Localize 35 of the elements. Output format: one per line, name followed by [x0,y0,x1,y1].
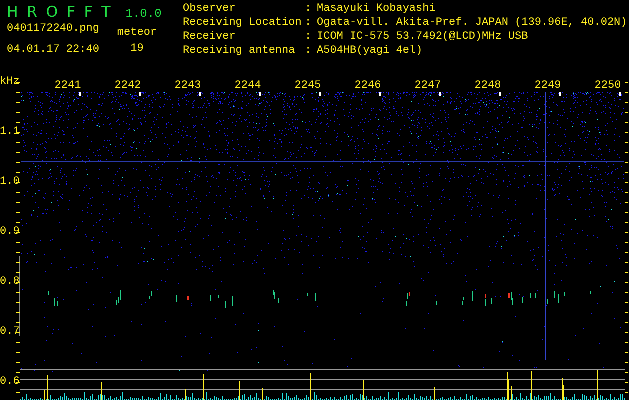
frequency-label: 0.8 [0,276,20,288]
timestamp: 04.01.17 22:40 [7,44,100,57]
station-value: A504HB(yagi 4el) [317,45,424,58]
station-label: Receiving antenna [183,45,296,58]
station-value: ICOM IC-575 53.7492(@LCD)MHz USB [317,31,530,44]
time-label: 2245 [294,80,322,92]
separator: : [305,45,313,58]
separator: : [305,31,313,44]
time-label: 2249 [534,80,562,92]
app-version: 1.0.0 [126,7,162,21]
frequency-label: 0.7 [0,326,20,338]
station-label: Observer [183,3,237,16]
time-label: 2247 [414,80,442,92]
station-label: Receiver [183,31,237,44]
time-label: 2250 [594,80,622,92]
time-label: 2248 [474,80,502,92]
time-label: 2241 [54,80,82,92]
time-label: 2246 [354,80,382,92]
frequency-label: 0.9 [0,226,20,238]
time-label: 2242 [114,80,142,92]
separator: : [305,17,313,30]
frequency-label: 1.1 [0,126,20,138]
frequency-label: 0.6 [0,376,20,388]
separator: : [305,3,313,16]
app-title: H R O F F T [7,3,112,21]
station-value: Ogata-vill. Akita-Pref. JAPAN (139.96E, 40.02N) [317,17,628,30]
station-value: Masayuki Kobayashi [317,3,437,16]
station-label: Receiving Location [183,17,303,30]
meteor-label: meteor [117,27,158,40]
time-label: 2244 [234,80,262,92]
axis-unit: kHz [0,76,20,88]
time-label: 2243 [174,80,202,92]
meteor-count: 19 [130,43,144,56]
frequency-label: 1.0 [0,176,20,188]
file-name: 0401172240.png [7,23,100,36]
